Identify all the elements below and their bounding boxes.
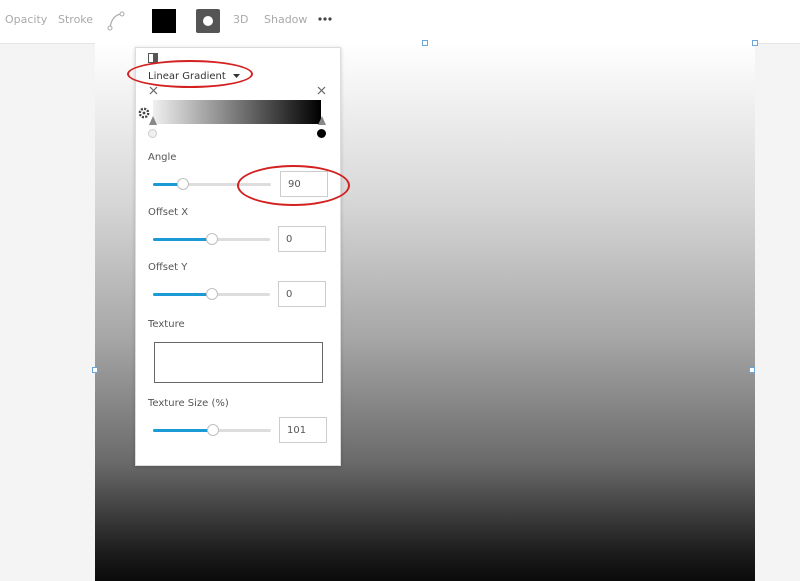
texture-size-slider-fill [153, 429, 213, 432]
offset-y-slider-fill [153, 293, 212, 296]
offset-x-input[interactable] [278, 226, 326, 252]
ellipsis-icon[interactable] [318, 16, 332, 22]
annotation-ring [237, 165, 350, 206]
guide-line [755, 43, 800, 44]
fill-panel: Linear Gradient Angle Offset X Offset Y … [135, 47, 341, 466]
stroke-style-button[interactable] [196, 9, 220, 33]
offset-x-slider[interactable] [153, 233, 270, 245]
close-icon[interactable] [316, 85, 327, 96]
opacity-button[interactable]: Opacity [5, 13, 47, 27]
offset-y-slider-thumb[interactable] [205, 288, 218, 300]
texture-label: Texture [148, 319, 185, 330]
gradient-stop-marker-start[interactable] [149, 116, 157, 125]
resize-handle-left[interactable] [92, 367, 98, 373]
angle-label: Angle [148, 152, 177, 163]
offset-x-slider-thumb[interactable] [205, 233, 218, 245]
bezier-curve-icon[interactable] [106, 10, 126, 32]
3d-button[interactable]: 3D [233, 13, 248, 27]
texture-size-slider-thumb[interactable] [206, 424, 219, 436]
gradient-preview-bar[interactable] [153, 100, 321, 124]
texture-picker[interactable] [154, 342, 323, 383]
gradient-stop-end[interactable] [317, 129, 326, 138]
stroke-button[interactable]: Stroke [58, 13, 93, 27]
offset-y-label: Offset Y [148, 262, 188, 273]
angle-slider-thumb[interactable] [176, 178, 189, 190]
offset-y-input[interactable] [278, 281, 326, 307]
resize-handle-right[interactable] [749, 367, 755, 373]
texture-size-slider[interactable] [153, 424, 271, 436]
circle-dot-icon [203, 16, 213, 26]
fill-color-swatch[interactable] [152, 9, 176, 33]
close-icon[interactable] [148, 85, 159, 96]
gradient-stop-start[interactable] [148, 129, 157, 138]
gradient-stop-marker-end[interactable] [318, 116, 326, 125]
resize-handle-top-right[interactable] [752, 40, 758, 46]
annotation-ring [127, 60, 253, 88]
offset-x-slider-fill [153, 238, 212, 241]
texture-size-label: Texture Size (%) [148, 398, 229, 409]
shadow-button[interactable]: Shadow [264, 13, 307, 27]
offset-x-label: Offset X [148, 207, 189, 218]
guide-line [0, 43, 95, 44]
texture-size-input[interactable] [279, 417, 327, 443]
top-toolbar: Opacity Stroke 3D Shadow [0, 0, 800, 42]
resize-handle-top[interactable] [422, 40, 428, 46]
offset-y-slider[interactable] [153, 288, 270, 300]
